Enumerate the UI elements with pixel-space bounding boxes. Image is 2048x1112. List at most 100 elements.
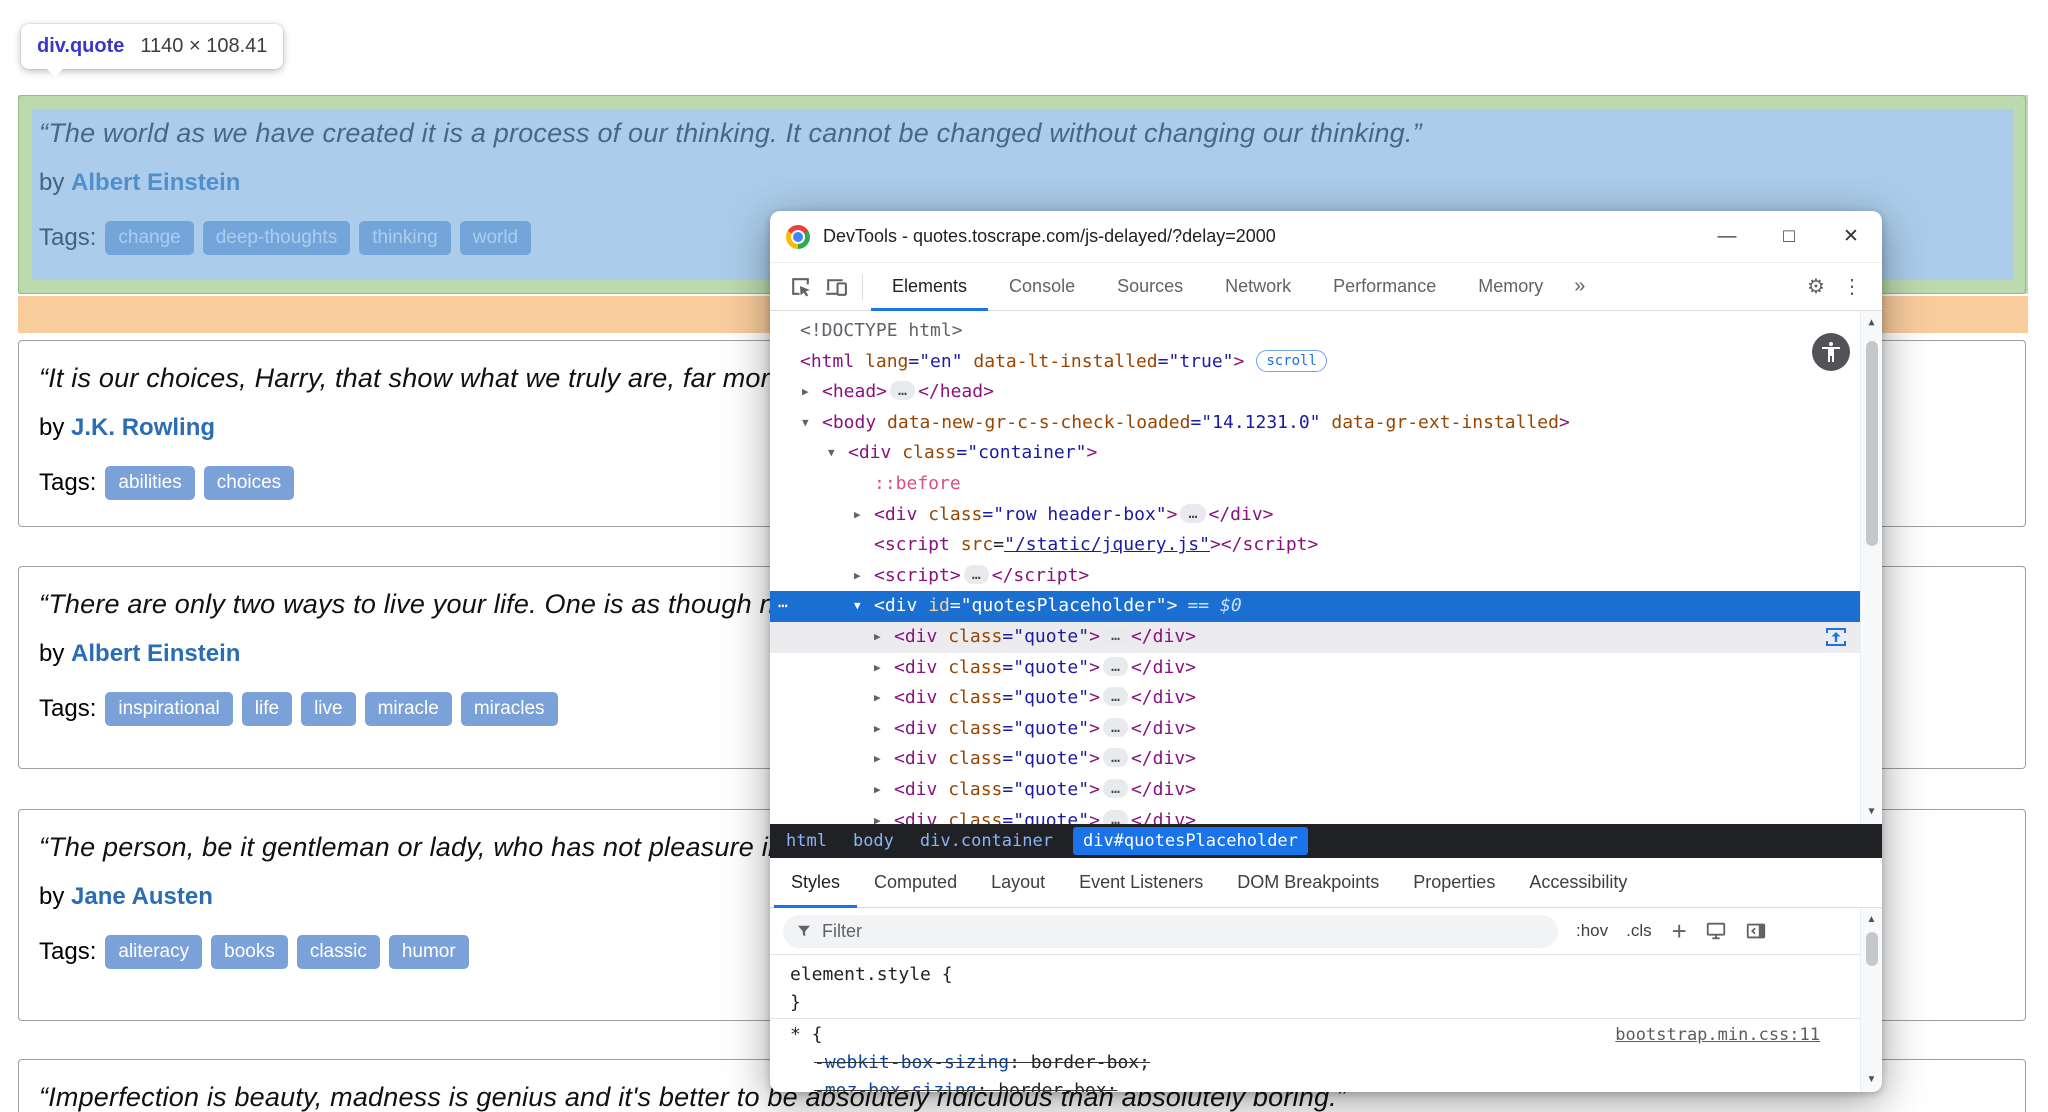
expand-arrow-icon[interactable] bbox=[874, 744, 881, 775]
scrollbar-thumb[interactable] bbox=[1866, 341, 1878, 546]
scroll-badge[interactable]: scroll bbox=[1256, 350, 1327, 372]
universal-css-rule[interactable]: * {bootstrap.min.css:11 bbox=[790, 1021, 1840, 1049]
accessibility-tree-button[interactable] bbox=[1812, 333, 1850, 371]
more-tabs-icon[interactable]: » bbox=[1564, 275, 1595, 298]
scrollbar-up-icon[interactable] bbox=[1861, 912, 1882, 928]
css-declaration-moz-box-sizing[interactable]: -moz-box-sizing: border-box; bbox=[790, 1077, 1882, 1092]
tree-node-html[interactable]: <html lang="en" data-lt-installed="true"… bbox=[770, 347, 1860, 378]
scrollbar-down-icon[interactable] bbox=[1861, 804, 1882, 820]
tree-node-inline-script[interactable]: <script>…</script> bbox=[770, 561, 1860, 592]
tag-link[interactable]: choices bbox=[204, 466, 294, 500]
tree-node-header-box[interactable]: <div class="row header-box">…</div> bbox=[770, 500, 1860, 531]
tag-link[interactable]: world bbox=[460, 221, 531, 255]
tab-accessibility[interactable]: Accessibility bbox=[1512, 858, 1644, 908]
expand-arrow-icon[interactable] bbox=[874, 714, 881, 745]
collapsed-content-icon[interactable]: … bbox=[1103, 687, 1128, 706]
tab-performance[interactable]: Performance bbox=[1312, 263, 1457, 311]
toggle-element-state-button[interactable]: :hov bbox=[1576, 921, 1608, 941]
tag-link[interactable]: life bbox=[242, 692, 292, 726]
tree-node-quote[interactable]: <div class="quote">…</div> bbox=[770, 744, 1860, 775]
tab-layout[interactable]: Layout bbox=[974, 858, 1062, 908]
tab-dom-breakpoints[interactable]: DOM Breakpoints bbox=[1220, 858, 1396, 908]
tree-node-body[interactable]: <body data-new-gr-c-s-check-loaded="14.1… bbox=[770, 408, 1860, 439]
tab-console[interactable]: Console bbox=[988, 263, 1096, 311]
styles-filter-input[interactable]: Filter bbox=[783, 915, 1558, 948]
tree-node-quote[interactable]: <div class="quote">…</div> bbox=[770, 714, 1860, 745]
element-classes-button[interactable]: .cls bbox=[1626, 921, 1652, 941]
expand-arrow-icon[interactable] bbox=[874, 775, 881, 806]
close-button[interactable]: ✕ bbox=[1820, 211, 1882, 263]
tab-event-listeners[interactable]: Event Listeners bbox=[1062, 858, 1220, 908]
tab-elements[interactable]: Elements bbox=[871, 263, 988, 311]
scroll-into-view-icon[interactable] bbox=[1824, 625, 1848, 649]
scrollbar-up-icon[interactable] bbox=[1861, 315, 1882, 331]
tag-link[interactable]: abilities bbox=[105, 466, 194, 500]
collapsed-content-icon[interactable]: … bbox=[1103, 626, 1128, 645]
device-toolbar-icon[interactable] bbox=[818, 269, 854, 305]
css-declaration-webkit-box-sizing[interactable]: -webkit-box-sizing: border-box; bbox=[790, 1049, 1882, 1077]
collapsed-content-icon[interactable]: … bbox=[1103, 810, 1128, 825]
tab-computed[interactable]: Computed bbox=[857, 858, 974, 908]
tab-network[interactable]: Network bbox=[1204, 263, 1312, 311]
tag-link[interactable]: inspirational bbox=[105, 692, 232, 726]
collapsed-content-icon[interactable]: … bbox=[890, 381, 915, 400]
new-style-rule-button[interactable]: + bbox=[1672, 921, 1687, 941]
scrollbar-down-icon[interactable] bbox=[1861, 1072, 1882, 1088]
tab-styles[interactable]: Styles bbox=[774, 858, 857, 908]
expand-arrow-icon[interactable] bbox=[874, 622, 881, 653]
collapsed-content-icon[interactable]: … bbox=[1180, 504, 1205, 523]
collapsed-content-icon[interactable]: … bbox=[964, 565, 989, 584]
tab-memory[interactable]: Memory bbox=[1457, 263, 1564, 311]
node-menu-dots-icon[interactable]: ⋯ bbox=[778, 591, 788, 622]
minimize-button[interactable]: — bbox=[1696, 211, 1758, 263]
devtools-titlebar[interactable]: DevTools - quotes.toscrape.com/js-delaye… bbox=[770, 211, 1882, 263]
collapsed-content-icon[interactable]: … bbox=[1103, 657, 1128, 676]
tag-link[interactable]: live bbox=[301, 692, 356, 726]
collapsed-content-icon[interactable]: … bbox=[1103, 748, 1128, 767]
rendering-emulations-icon[interactable] bbox=[1705, 920, 1727, 942]
tree-node-head[interactable]: <head>…</head> bbox=[770, 377, 1860, 408]
tag-link[interactable]: humor bbox=[389, 935, 469, 969]
collapse-arrow-icon[interactable] bbox=[802, 408, 809, 439]
stylesheet-source-link[interactable]: bootstrap.min.css:11 bbox=[1615, 1021, 1820, 1049]
tree-node-quotes-placeholder-selected[interactable]: ⋯<div id="quotesPlaceholder">== $0 bbox=[770, 591, 1860, 622]
tree-node-quote[interactable]: <div class="quote">…</div> bbox=[770, 806, 1860, 825]
script-src-link[interactable]: "/static/jquery.js" bbox=[1004, 534, 1210, 555]
styles-scrollbar[interactable] bbox=[1860, 908, 1882, 1092]
tree-node-quote[interactable]: <div class="quote">…</div> bbox=[770, 775, 1860, 806]
collapsed-content-icon[interactable]: … bbox=[1103, 718, 1128, 737]
kebab-menu-icon[interactable]: ⋮ bbox=[1834, 274, 1870, 299]
expand-arrow-icon[interactable] bbox=[874, 683, 881, 714]
breadcrumb-html[interactable]: html bbox=[786, 831, 827, 851]
tag-link[interactable]: books bbox=[211, 935, 288, 969]
tab-properties[interactable]: Properties bbox=[1396, 858, 1512, 908]
settings-gear-icon[interactable]: ⚙ bbox=[1798, 274, 1834, 299]
tag-link[interactable]: change bbox=[105, 221, 193, 255]
tag-link[interactable]: aliteracy bbox=[105, 935, 202, 969]
maximize-button[interactable]: □ bbox=[1758, 211, 1820, 263]
collapsed-content-icon[interactable]: … bbox=[1103, 779, 1128, 798]
tree-node-quote[interactable]: <div class="quote">…</div> bbox=[770, 622, 1860, 653]
expand-arrow-icon[interactable] bbox=[854, 500, 861, 531]
element-style-rule-open[interactable]: element.style { bbox=[790, 961, 1882, 989]
expand-arrow-icon[interactable] bbox=[874, 806, 881, 825]
collapse-arrow-icon[interactable] bbox=[828, 438, 835, 469]
tag-link[interactable]: classic bbox=[297, 935, 380, 969]
tree-node-quote[interactable]: <div class="quote">…</div> bbox=[770, 683, 1860, 714]
tab-sources[interactable]: Sources bbox=[1096, 263, 1204, 311]
expand-arrow-icon[interactable] bbox=[874, 653, 881, 684]
computed-sidebar-toggle-icon[interactable] bbox=[1745, 920, 1767, 942]
inspect-element-icon[interactable] bbox=[782, 269, 818, 305]
breadcrumb-container[interactable]: div.container bbox=[920, 831, 1053, 851]
expand-arrow-icon[interactable] bbox=[854, 561, 861, 592]
collapse-arrow-icon[interactable] bbox=[854, 591, 861, 622]
tree-node-before-pseudo[interactable]: ::before bbox=[770, 469, 1860, 500]
elements-scrollbar[interactable] bbox=[1860, 311, 1882, 824]
breadcrumb-selected[interactable]: div#quotesPlaceholder bbox=[1073, 827, 1308, 855]
tag-link[interactable]: thinking bbox=[359, 221, 451, 255]
tag-link[interactable]: miracles bbox=[461, 692, 558, 726]
tag-link[interactable]: miracle bbox=[365, 692, 452, 726]
tree-node-container[interactable]: <div class="container"> bbox=[770, 438, 1860, 469]
tree-node-doctype[interactable]: <!DOCTYPE html> bbox=[770, 316, 1860, 347]
tree-node-jquery-script[interactable]: <script src="/static/jquery.js"></script… bbox=[770, 530, 1860, 561]
